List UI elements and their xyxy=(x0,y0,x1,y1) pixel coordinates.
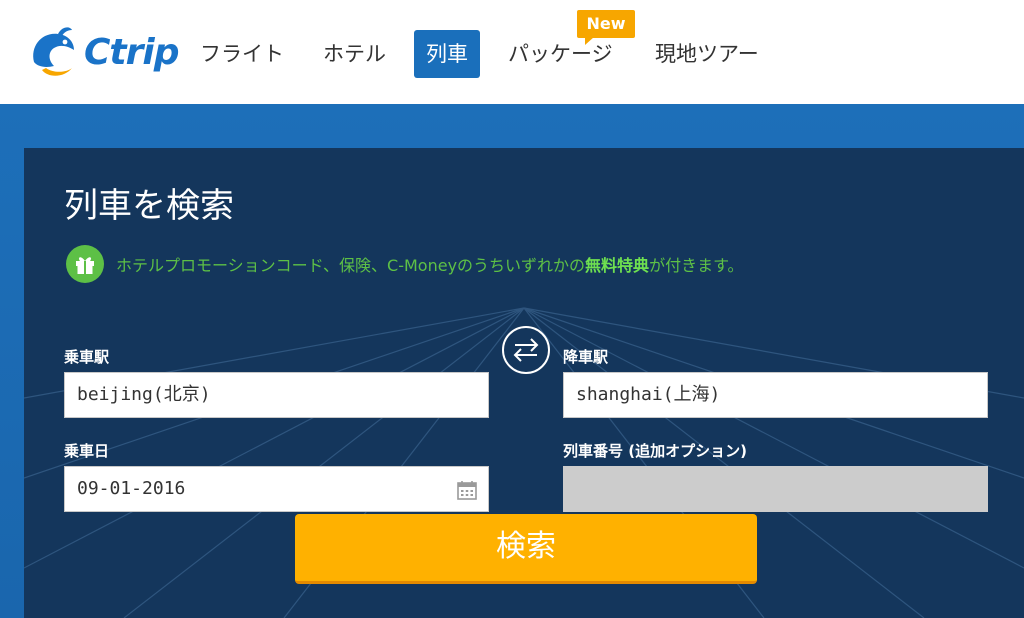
nav-flights[interactable]: フライト xyxy=(188,30,296,78)
new-badge: New xyxy=(577,10,635,45)
swap-stations-button[interactable] xyxy=(502,326,550,374)
hero-banner: 列車を検索 ホテルプロモーションコード、保険、C-Moneyのうちいずれかの 無料… xyxy=(0,104,1024,618)
promo-text: ホテルプロモーションコード、保険、C-Moneyのうちいずれかの xyxy=(116,256,586,275)
train-search-panel: 列車を検索 ホテルプロモーションコード、保険、C-Moneyのうちいずれかの 無料… xyxy=(24,148,1024,618)
train-number-label: 列車番号 (追加オプション) xyxy=(563,442,747,460)
nav-local-tours[interactable]: 現地ツアー xyxy=(643,30,771,78)
ctrip-logo[interactable]: Ctrip xyxy=(24,22,179,82)
swap-icon xyxy=(513,338,539,362)
arrival-station-input[interactable]: shanghai(上海) xyxy=(563,372,988,418)
top-navigation-bar: Ctrip フライト ホテル 列車 パッケージ 現地ツアー New xyxy=(0,0,1024,104)
departure-date-value: 09-01-2016 xyxy=(77,478,186,499)
gift-icon xyxy=(66,245,104,283)
departure-station-label: 乗車駅 xyxy=(64,348,110,366)
calendar-icon[interactable] xyxy=(456,479,478,501)
departure-station-input[interactable]: beijing(北京) xyxy=(64,372,489,418)
departure-date-label: 乗車日 xyxy=(64,442,110,460)
nav-trains[interactable]: 列車 xyxy=(414,30,480,78)
search-button[interactable]: 検索 xyxy=(295,514,757,584)
promo-highlight: 無料特典 xyxy=(585,256,650,275)
brand-name: Ctrip xyxy=(84,32,179,73)
nav-hotels[interactable]: ホテル xyxy=(311,30,398,78)
departure-date-input[interactable]: 09-01-2016 xyxy=(64,466,489,512)
promo-message: ホテルプロモーションコード、保険、C-Moneyのうちいずれかの 無料特典 が付きま… xyxy=(66,245,743,283)
page-title: 列車を検索 xyxy=(64,186,234,226)
arrival-station-label: 降車駅 xyxy=(563,348,609,366)
train-number-input[interactable] xyxy=(563,466,988,512)
promo-suffix: が付きます。 xyxy=(649,256,744,275)
dolphin-logo-icon xyxy=(33,27,74,76)
